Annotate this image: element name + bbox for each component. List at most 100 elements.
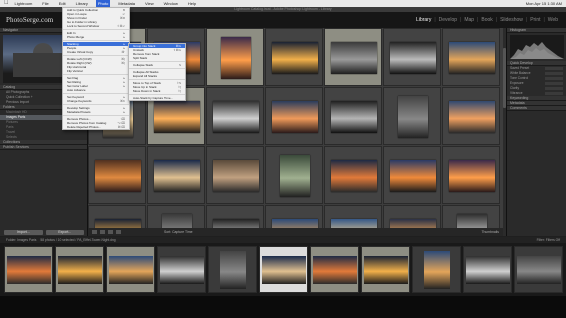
photo-menu-item[interactable]: Lock to Second Window ⇧⌘↵ xyxy=(63,24,129,28)
histogram-header[interactable]: Histogram xyxy=(507,28,566,33)
apple-icon[interactable]:  xyxy=(4,0,9,7)
row-control[interactable] xyxy=(545,72,563,75)
filmstrip-cell[interactable] xyxy=(55,246,104,293)
menu-edit[interactable]: Edit xyxy=(57,0,68,7)
photo-thumbnail[interactable] xyxy=(221,37,251,79)
filmstrip-cell[interactable] xyxy=(259,246,308,293)
photo-thumbnail[interactable] xyxy=(331,42,377,74)
menu-library[interactable]: Library xyxy=(74,0,90,7)
export-button[interactable]: Export... xyxy=(45,230,84,235)
sort-control[interactable]: Sort: Capture Time xyxy=(164,230,192,234)
photo-menu-item[interactable]: Change Keywords ⌘K xyxy=(63,99,129,103)
import-button[interactable]: Import... xyxy=(4,230,43,235)
filmstrip-thumbnail[interactable] xyxy=(363,255,408,284)
loupe-view-icon[interactable] xyxy=(100,230,105,234)
filmstrip-thumbnail[interactable] xyxy=(6,255,51,284)
stacking-submenu-item[interactable]: Auto-Stack by Capture Time... xyxy=(129,96,185,100)
grid-cell[interactable] xyxy=(265,87,323,145)
module-slideshow[interactable]: Slideshow xyxy=(498,17,525,23)
filmstrip-filter[interactable]: Filter: Filters Off xyxy=(537,238,560,242)
filmstrip-thumbnail[interactable] xyxy=(108,255,153,284)
filmstrip-thumbnail[interactable] xyxy=(516,255,561,284)
filmstrip-cell[interactable] xyxy=(157,246,206,293)
photo-thumbnail[interactable] xyxy=(154,101,200,133)
grid-cell[interactable] xyxy=(442,87,500,145)
photo-menu-item[interactable]: Photo Merge ▸ xyxy=(63,35,129,39)
grid-cell[interactable] xyxy=(206,146,264,204)
module-print[interactable]: Print xyxy=(528,17,542,23)
filmstrip-cell[interactable] xyxy=(208,246,257,293)
grid-cell[interactable] xyxy=(88,146,146,204)
photo-thumbnail[interactable] xyxy=(449,42,495,74)
photo-thumbnail[interactable] xyxy=(390,160,436,192)
grid-cell[interactable] xyxy=(265,146,323,204)
photo-thumbnail[interactable] xyxy=(272,42,318,74)
menu-lightroom[interactable]: Lightroom xyxy=(13,0,35,7)
photo-thumbnail[interactable] xyxy=(390,42,436,74)
grid-cell[interactable] xyxy=(324,87,382,145)
module-web[interactable]: Web xyxy=(546,17,560,23)
photo-thumbnail[interactable] xyxy=(213,160,259,192)
photo-menu-item[interactable]: Create Virtual Copy ⌘' xyxy=(63,50,129,54)
filmstrip-cell[interactable] xyxy=(4,246,53,293)
photo-menu-item[interactable]: Delete Rejected Photos... ⌘⌫ xyxy=(63,125,129,129)
menu-help[interactable]: Help xyxy=(186,0,198,7)
filmstrip-thumbnail[interactable] xyxy=(159,255,204,284)
photo-thumbnail[interactable] xyxy=(280,155,310,197)
module-library[interactable]: Library xyxy=(414,17,433,23)
row-control[interactable] xyxy=(545,77,563,80)
row-control[interactable] xyxy=(545,82,563,85)
menu-view[interactable]: View xyxy=(143,0,156,7)
module-book[interactable]: Book xyxy=(479,17,494,23)
menu-metadata[interactable]: Metadata xyxy=(116,0,137,7)
filmstrip-source[interactable]: Folder: Images Paris xyxy=(6,238,36,242)
filmstrip-cell[interactable] xyxy=(361,246,410,293)
grid-cell[interactable] xyxy=(265,28,323,86)
photo-thumbnail[interactable] xyxy=(449,160,495,192)
module-map[interactable]: Map xyxy=(462,17,476,23)
photo-thumbnail[interactable] xyxy=(449,101,495,133)
row-control[interactable] xyxy=(545,87,563,90)
menu-file[interactable]: File xyxy=(40,0,50,7)
grid-cell[interactable] xyxy=(442,146,500,204)
thumbnail-size-label[interactable]: Thumbnails xyxy=(481,230,499,234)
compare-view-icon[interactable] xyxy=(108,230,113,234)
filmstrip-cell[interactable] xyxy=(514,246,563,293)
photo-menu-item[interactable]: Metadata Presets ▸ xyxy=(63,110,129,114)
photo-thumbnail[interactable] xyxy=(95,160,141,192)
grid-cell[interactable] xyxy=(383,28,441,86)
grid-cell[interactable] xyxy=(206,87,264,145)
stacking-submenu-item[interactable]: Expand All Stacks xyxy=(129,74,185,78)
filmstrip-thumbnail[interactable] xyxy=(219,250,246,289)
stacking-submenu-item[interactable]: Collapse Stack S xyxy=(129,63,185,67)
row-control[interactable] xyxy=(545,92,563,95)
grid-cell[interactable] xyxy=(324,146,382,204)
menu-photo[interactable]: Photo xyxy=(95,0,111,7)
module-develop[interactable]: Develop xyxy=(437,17,459,23)
comments-header[interactable]: Comments xyxy=(507,106,566,111)
publish-services-header[interactable]: Publish Services xyxy=(0,145,87,150)
photo-thumbnail[interactable] xyxy=(154,160,200,192)
filmstrip-thumbnail[interactable] xyxy=(57,255,102,284)
grid-cell[interactable] xyxy=(206,28,264,86)
menu-window[interactable]: Window xyxy=(162,0,180,7)
filmstrip-thumbnail[interactable] xyxy=(423,250,450,289)
survey-view-icon[interactable] xyxy=(116,230,121,234)
photo-thumbnail[interactable] xyxy=(331,160,377,192)
stacking-submenu-item[interactable]: Split Stack xyxy=(129,56,185,60)
quick-develop-header[interactable]: Quick Develop xyxy=(507,61,566,66)
grid-cell[interactable] xyxy=(442,28,500,86)
grid-cell[interactable] xyxy=(383,146,441,204)
filmstrip-thumbnail[interactable] xyxy=(261,255,306,284)
grid-cell[interactable] xyxy=(324,28,382,86)
grid-cell[interactable] xyxy=(383,87,441,145)
filmstrip-thumbnail[interactable] xyxy=(312,255,357,284)
photo-thumbnail[interactable] xyxy=(272,101,318,133)
grid-cell[interactable] xyxy=(147,146,205,204)
filmstrip-cell[interactable] xyxy=(310,246,359,293)
filmstrip-cell[interactable] xyxy=(463,246,512,293)
filmstrip-cell[interactable] xyxy=(412,246,461,293)
photo-menu-item[interactable]: Flip Vertical xyxy=(63,69,129,73)
row-control[interactable] xyxy=(545,67,563,70)
grid-view-icon[interactable] xyxy=(92,230,97,234)
